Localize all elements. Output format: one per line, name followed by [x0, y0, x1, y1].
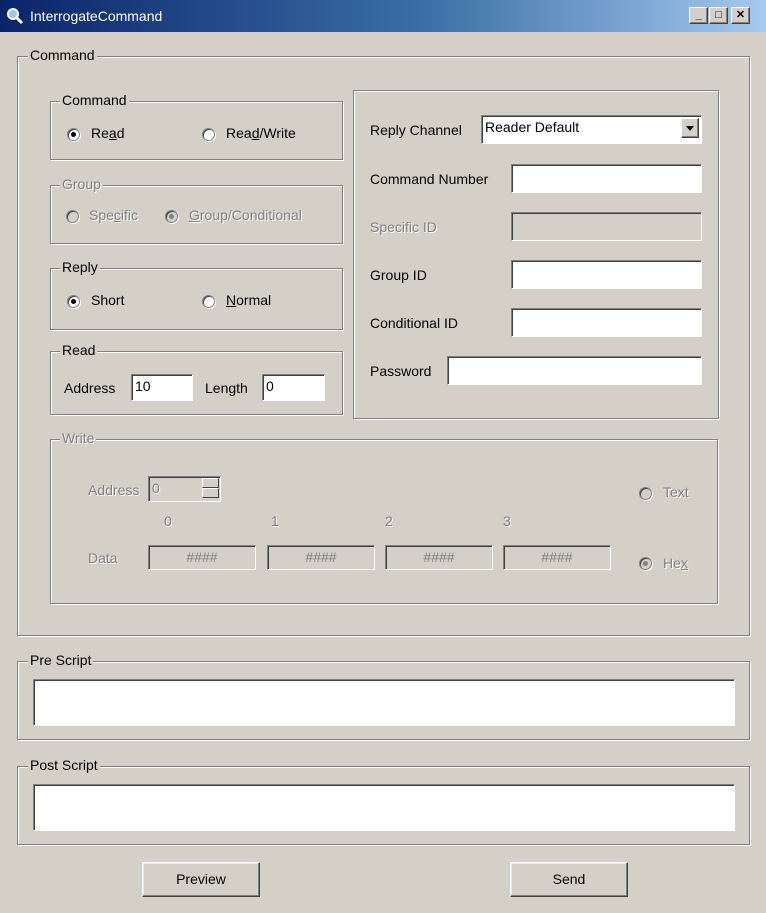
data-field-3[interactable]: ####	[503, 545, 611, 570]
text-radio[interactable]	[639, 487, 652, 500]
data-field-0[interactable]: ####	[148, 545, 256, 570]
write-legend: Write	[60, 430, 97, 446]
read-address-label: Address	[64, 380, 116, 396]
data-index-2: 2	[385, 513, 393, 529]
command-number-label: Command Number	[370, 171, 489, 187]
read-length-label: Length	[205, 380, 248, 396]
readwrite-radio-label[interactable]: Read/Write	[226, 124, 296, 142]
command-groupbox-legend: Command	[28, 47, 97, 63]
write-address-label: Address	[88, 482, 140, 498]
close-icon: ✕	[735, 9, 746, 21]
reply-channel-value: Reader Default	[485, 119, 580, 135]
window-title: InterrogateCommand	[30, 8, 163, 24]
preview-button[interactable]: Preview	[142, 862, 260, 897]
short-radio-label[interactable]: Short	[91, 291, 124, 309]
data-index-0: 0	[164, 513, 172, 529]
specific-id-label: Specific ID	[370, 219, 437, 235]
write-data-label: Data	[88, 550, 118, 566]
specific-id-input[interactable]	[511, 212, 702, 241]
read-radio-label[interactable]: Read	[91, 124, 125, 142]
password-label: Password	[370, 363, 432, 379]
password-input[interactable]	[447, 356, 702, 385]
specific-radio[interactable]	[66, 210, 79, 223]
minimize-icon: _	[695, 9, 702, 21]
title-bar[interactable]: InterrogateCommand _ □ ✕	[0, 0, 766, 32]
reply-channel-label: Reply Channel	[370, 122, 462, 138]
close-button[interactable]: ✕	[731, 7, 750, 24]
read-length-input[interactable]: 0	[262, 374, 325, 401]
conditional-id-input[interactable]	[511, 308, 702, 337]
maximize-icon: □	[715, 9, 722, 21]
send-button[interactable]: Send	[510, 862, 628, 897]
write-address-input[interactable]: 0	[148, 476, 221, 502]
read-radio[interactable]	[67, 128, 80, 141]
data-field-2[interactable]: ####	[385, 545, 493, 570]
data-field-1[interactable]: ####	[267, 545, 375, 570]
maximize-button[interactable]: □	[709, 7, 728, 24]
post-script-legend: Post Script	[28, 757, 100, 773]
group-conditional-radio[interactable]	[165, 210, 178, 223]
chevron-down-icon[interactable]	[681, 118, 699, 138]
reply-legend: Reply	[60, 259, 100, 275]
data-index-1: 1	[271, 513, 279, 529]
hex-radio[interactable]	[639, 557, 652, 570]
group-id-input[interactable]	[511, 260, 702, 289]
command-type-legend: Command	[60, 92, 129, 108]
short-radio[interactable]	[67, 295, 80, 308]
reply-channel-select[interactable]: Reader Default	[481, 115, 702, 144]
group-legend: Group	[60, 176, 103, 192]
group-conditional-radio-label[interactable]: Group/Conditional	[189, 206, 302, 224]
read-address-input[interactable]: 10	[131, 374, 193, 401]
spin-down-button[interactable]	[202, 488, 219, 498]
group-id-label: Group ID	[370, 267, 427, 283]
magnifier-icon	[7, 8, 24, 25]
write-groupbox	[50, 439, 718, 604]
post-script-input[interactable]	[33, 784, 735, 831]
spin-up-button[interactable]	[202, 478, 219, 488]
write-address-value: 0	[152, 480, 160, 496]
pre-script-legend: Pre Script	[28, 652, 94, 668]
data-index-3: 3	[503, 513, 511, 529]
conditional-id-label: Conditional ID	[370, 315, 458, 331]
text-radio-label[interactable]: Text	[663, 483, 689, 501]
hex-radio-label[interactable]: Hex	[663, 554, 688, 572]
pre-script-input[interactable]	[33, 679, 735, 726]
minimize-button[interactable]: _	[689, 7, 708, 24]
normal-radio-label[interactable]: Normal	[226, 291, 271, 309]
normal-radio[interactable]	[202, 295, 215, 308]
readwrite-radio[interactable]	[202, 128, 215, 141]
read-legend: Read	[60, 342, 98, 358]
command-number-input[interactable]	[511, 164, 702, 193]
specific-radio-label[interactable]: Specific	[89, 206, 138, 224]
